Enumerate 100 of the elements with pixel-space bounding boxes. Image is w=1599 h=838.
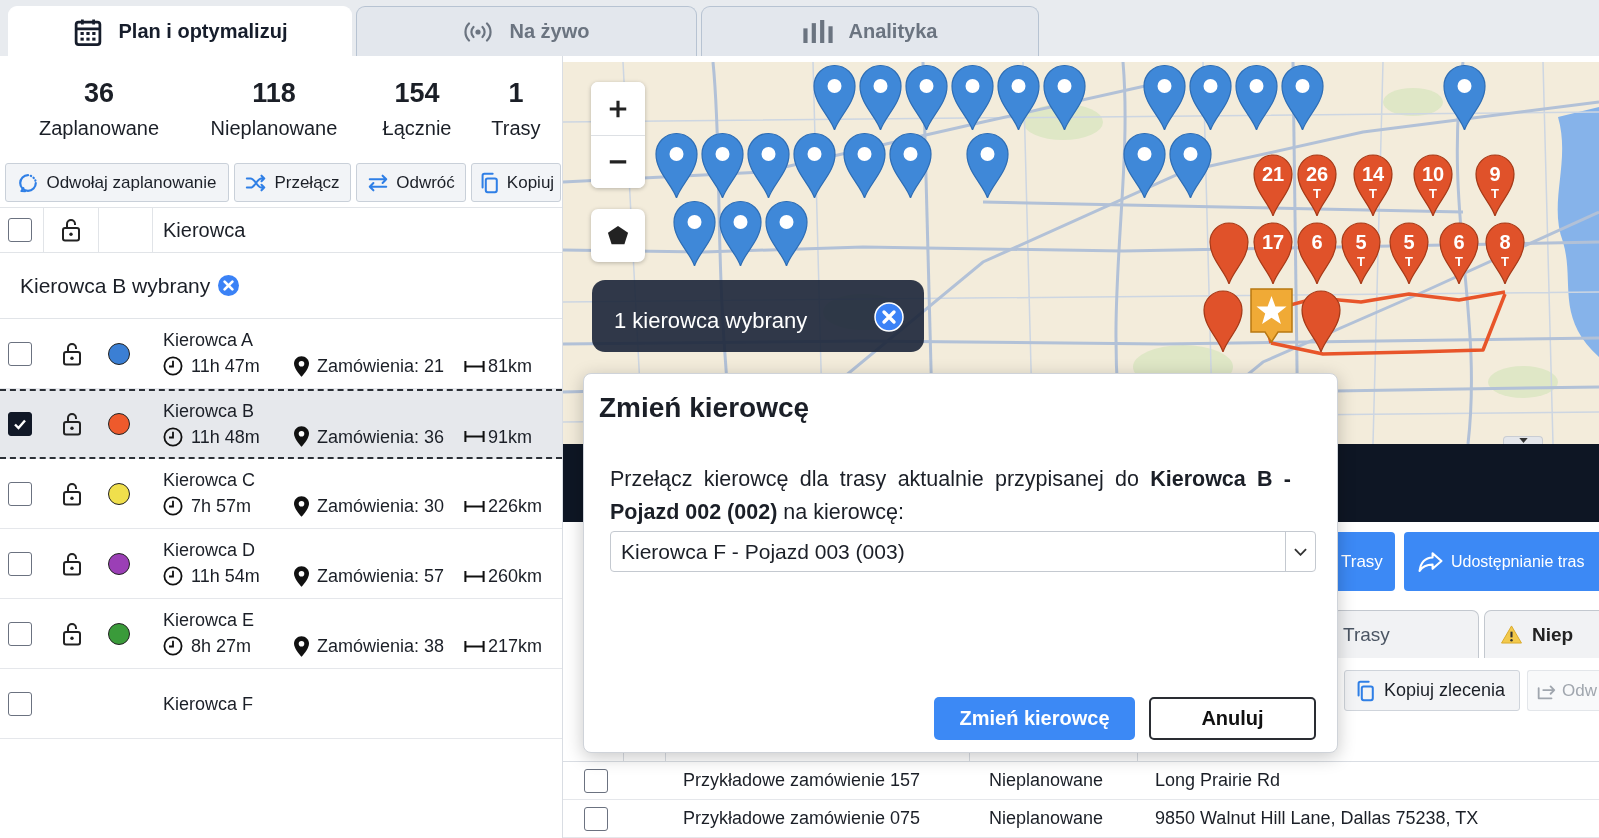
- order-count: Zamówienia: 36: [317, 425, 445, 449]
- route-marker-icon[interactable]: [1203, 288, 1243, 352]
- location-pin-icon[interactable]: [889, 132, 932, 198]
- route-stop-marker[interactable]: 9 T: [1475, 152, 1515, 216]
- zoom-in-button[interactable]: [591, 82, 645, 135]
- location-pin-icon[interactable]: [905, 64, 948, 130]
- cancel-button[interactable]: Anuluj: [1149, 697, 1316, 740]
- location-pin-icon[interactable]: [859, 64, 902, 130]
- checkbox[interactable]: [8, 551, 32, 576]
- location-pin-icon[interactable]: [765, 200, 808, 266]
- checkbox[interactable]: [8, 218, 32, 242]
- driver-select[interactable]: Kierowca F - Pojazd 003 (003): [610, 531, 1316, 572]
- checkbox[interactable]: [8, 341, 32, 366]
- route-distance: 226km: [488, 495, 543, 518]
- main-tab[interactable]: Na żywo: [356, 6, 697, 56]
- padlock-icon[interactable]: [61, 621, 82, 646]
- location-pin-icon[interactable]: [1169, 132, 1212, 198]
- toolbar-button[interactable]: Kopiuj: [471, 163, 561, 202]
- location-pin-icon: [294, 355, 309, 377]
- location-pin-icon[interactable]: [1043, 64, 1086, 130]
- confirm-button[interactable]: Zmień kierowcę: [934, 697, 1135, 740]
- route-stop-marker[interactable]: 17: [1253, 220, 1293, 284]
- route-stop-marker[interactable]: 14 T: [1353, 152, 1393, 216]
- driver-row[interactable]: Kierowca D 11h 54m Zamówienia: 57 260km: [0, 529, 562, 599]
- location-pin-icon[interactable]: [1235, 64, 1278, 130]
- route-duration: 11h 54m: [191, 565, 260, 588]
- checkbox[interactable]: [584, 806, 608, 831]
- draw-polygon-button[interactable]: [591, 209, 645, 262]
- location-pin-icon[interactable]: [1443, 64, 1486, 130]
- order-address: 9850 Walnut Hill Lane, Dallas 75238, TX: [1155, 808, 1479, 828]
- driver-row[interactable]: Kierowca C 7h 57m Zamówienia: 30 226km: [0, 459, 562, 529]
- broadcast-icon: [463, 21, 494, 42]
- route-stop-marker[interactable]: 6: [1297, 220, 1337, 284]
- padlock-icon[interactable]: [61, 551, 82, 576]
- padlock-icon[interactable]: [61, 218, 81, 242]
- driver-row[interactable]: Kierowca B 11h 48m Zamówienia: 36 91km: [0, 389, 562, 459]
- driver-name: Kierowca B: [163, 399, 256, 422]
- checkbox[interactable]: [584, 768, 608, 793]
- close-icon[interactable]: [874, 302, 904, 332]
- route-duration: 7h 57m: [191, 495, 252, 518]
- route-marker-icon[interactable]: [1301, 288, 1341, 352]
- location-pin-icon[interactable]: [673, 200, 716, 266]
- circular-arrow-icon: [17, 171, 40, 194]
- location-pin-icon[interactable]: [843, 132, 886, 198]
- location-pin-icon[interactable]: [813, 64, 856, 130]
- route-stop-marker[interactable]: 26 T: [1297, 152, 1337, 216]
- padlock-icon[interactable]: [61, 481, 82, 506]
- route-stop-marker[interactable]: 5 T: [1341, 220, 1381, 284]
- checkbox[interactable]: [8, 691, 32, 716]
- toolbar-button[interactable]: Kopiuj zlecenia: [1344, 670, 1520, 711]
- main-tab[interactable]: Plan i optymalizuj: [8, 6, 352, 56]
- order-address: Long Prairie Rd: [1155, 770, 1281, 790]
- route-marker-icon[interactable]: [1209, 220, 1249, 284]
- toolbar-button[interactable]: Przełącz: [234, 163, 351, 202]
- location-pin-icon: [294, 635, 309, 657]
- driver-name: Kierowca C: [163, 469, 257, 491]
- stat-value: 36: [83, 77, 114, 109]
- checkbox[interactable]: [8, 481, 32, 506]
- toolbar-button[interactable]: Odwróć: [356, 163, 466, 202]
- padlock-icon[interactable]: [61, 412, 82, 436]
- location-pin-icon[interactable]: [1281, 64, 1324, 130]
- panel-tab[interactable]: Niep: [1484, 610, 1599, 658]
- driver-row[interactable]: Kierowca E 8h 27m Zamówienia: 38 217km: [0, 599, 562, 669]
- route-stop-marker[interactable]: 5 T: [1389, 220, 1429, 284]
- toolbar-button[interactable]: Odwołaj zaplanowanie: [5, 163, 229, 202]
- order-count: Zamówienia: 21: [317, 355, 445, 378]
- stat-value: 118: [252, 77, 296, 109]
- route-duration: 11h 47m: [191, 355, 260, 378]
- location-pin-icon[interactable]: [719, 200, 762, 266]
- location-pin-icon[interactable]: [655, 132, 698, 198]
- driver-name: Kierowca A: [163, 329, 255, 351]
- clock-icon: [163, 566, 183, 586]
- padlock-icon[interactable]: [61, 341, 82, 366]
- route-stop-marker[interactable]: 8 T: [1485, 220, 1525, 284]
- location-pin-icon[interactable]: [997, 64, 1040, 130]
- location-pin-icon[interactable]: [951, 64, 994, 130]
- driver-row[interactable]: Kierowca F: [0, 669, 562, 739]
- location-pin-icon[interactable]: [1123, 132, 1166, 198]
- location-pin-icon[interactable]: [1189, 64, 1232, 130]
- main-tab[interactable]: Analityka: [701, 6, 1039, 56]
- driver-name: Kierowca E: [163, 609, 256, 631]
- route-stop-marker[interactable]: 21: [1253, 152, 1293, 216]
- route-distance: 91km: [488, 425, 532, 449]
- location-pin-icon[interactable]: [1143, 64, 1186, 130]
- stat-label: Trasy: [491, 116, 541, 141]
- location-pin-icon[interactable]: [701, 132, 744, 198]
- route-stop-marker[interactable]: 6 T: [1439, 220, 1479, 284]
- selection-label: Kierowca B wybrany: [20, 273, 211, 298]
- route-action-button[interactable]: Udostępnianie tras: [1404, 532, 1599, 591]
- route-stop-marker[interactable]: 10 T: [1413, 152, 1453, 216]
- checkbox[interactable]: [8, 412, 32, 436]
- order-count: Zamówienia: 57: [317, 565, 445, 588]
- distance-icon: [464, 639, 485, 653]
- driver-name: Kierowca D: [163, 539, 257, 561]
- location-pin-icon[interactable]: [747, 132, 790, 198]
- location-pin-icon: [294, 495, 309, 517]
- checkbox[interactable]: [8, 621, 32, 646]
- location-pin-icon[interactable]: [793, 132, 836, 198]
- location-pin-icon[interactable]: [966, 132, 1009, 198]
- chevron-down-icon: [1294, 547, 1307, 556]
